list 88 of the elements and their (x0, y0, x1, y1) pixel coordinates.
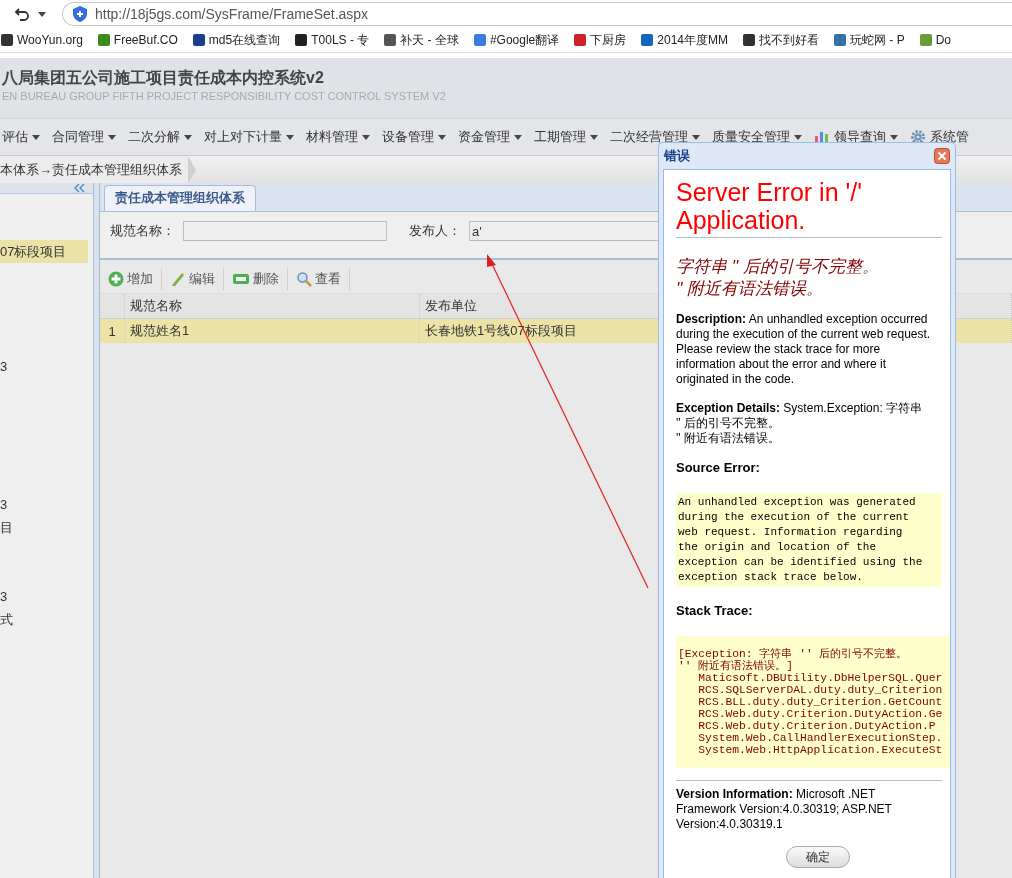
caret-icon (38, 11, 46, 17)
caret-icon (362, 134, 370, 140)
field-label: 规范名称： (110, 222, 175, 240)
back-icon[interactable] (14, 6, 30, 22)
table-cell: 规范姓名1 (130, 323, 190, 338)
caret-icon (890, 134, 898, 140)
caret-icon (286, 134, 294, 140)
favicon-icon (0, 33, 14, 47)
caret-icon (514, 134, 522, 140)
close-icon[interactable] (934, 148, 950, 164)
bookmark[interactable]: Do (918, 33, 951, 47)
favicon-icon (741, 33, 756, 47)
favicon-icon (383, 33, 398, 47)
tree-item[interactable]: 目 (0, 516, 88, 539)
caret-icon (108, 134, 116, 140)
favicon-icon (640, 33, 655, 47)
table-cell: 长春地铁1号线07标段项目 (425, 323, 577, 338)
bookmark[interactable]: 2014年度MM (640, 31, 728, 49)
dialog-title: 错误 (664, 147, 690, 165)
bookmark[interactable]: 找不到好看 (741, 31, 819, 49)
bookmark[interactable]: FreeBuf.CO (96, 33, 178, 47)
bookmark[interactable]: WooYun.org (0, 33, 83, 47)
shield-icon (73, 6, 87, 22)
menu-item[interactable]: 对上对下计量 (204, 128, 294, 146)
plus-icon (108, 270, 124, 287)
menu-item[interactable]: 系统管 (910, 128, 969, 146)
menu-item[interactable]: 设备管理 (382, 128, 446, 146)
tree-item[interactable]: 3 (0, 493, 88, 516)
favicon-icon (294, 33, 309, 47)
source-code-block: An unhandled exception was generated during the execution of the current web request. Information regarding the origin and location of the exception can be identified using the exception stack trace below. (676, 493, 942, 587)
minus-icon (232, 272, 250, 285)
splitter-bar[interactable] (93, 183, 100, 878)
pencil-icon (170, 270, 186, 287)
row-number: 1 (108, 323, 116, 339)
toolbar-button[interactable]: 删除 (224, 267, 288, 290)
column-header[interactable]: 规范名称 (130, 298, 182, 313)
caret-icon (794, 134, 802, 140)
ok-button[interactable]: 确定 (786, 846, 850, 868)
menu-item[interactable]: 二次分解 (128, 128, 192, 146)
bookmark[interactable]: T00LS - 专 (294, 31, 370, 49)
tree-item[interactable]: 式 (0, 608, 88, 631)
tree-item[interactable]: 3 (0, 355, 88, 378)
toolbar-button[interactable]: 增加 (100, 267, 162, 290)
stack-trace-block: [Exception: 字符串 '' 后的引号不完整。 '' 附近有语法错误。] Maticsoft.DBUtility.DbHelperSQL.Quer RCS.SQLServerDAL.duty.duty_Criterion RCS.BLL.duty.duty_Criterion.GetCount RCS.Web.duty.Criterion.DutyAction.Ge RCS.Web.duty.Criterion.DutyAction.P System.Web.CallHandlerExecutionStep. System.Web.HttpApplication.ExecuteSt (676, 636, 950, 768)
bookmark[interactable]: 玩蛇网 - P (832, 31, 905, 49)
favicon-icon (191, 33, 206, 47)
section-label: Source Error: (676, 460, 761, 475)
field-label: 发布人： (409, 222, 461, 240)
caret-icon (438, 134, 446, 140)
favicon-icon (472, 33, 487, 47)
error-text: Exception Details: System.Exception: 字符串 '' 后的引号不完整。 '' 附近有语法错误。 (676, 401, 924, 446)
app-title: 八局集团五公司施工项目责任成本内控系统v2 (2, 68, 324, 88)
bookmark[interactable]: 补天 - 全球 (383, 31, 459, 49)
favicon-icon (832, 33, 847, 47)
input-field[interactable] (183, 221, 387, 241)
bookmark[interactable]: #Google翻译 (472, 31, 560, 49)
menu-item[interactable]: 评估 (2, 128, 40, 146)
tree-item[interactable]: 3 (0, 585, 88, 608)
search-icon (296, 270, 312, 287)
tree-item[interactable]: 07标段项目 (0, 240, 88, 263)
version-text: Version Information: Microsoft .NET Framework Version:4.0.30319; ASP.NET Version:4.0.30319.1 (676, 787, 893, 832)
section-label: Stack Trace: (676, 603, 754, 618)
bookmark[interactable]: md5在线查询 (191, 31, 281, 49)
settings-icon (910, 129, 926, 145)
url-text[interactable]: http://18j5gs.com/SysFrame/FrameSet.aspx (95, 6, 369, 22)
caret-icon (692, 134, 700, 140)
app-subtitle: EN BUREAU GROUP FIFTH PROJECT RESPONSIBILITY COST CONTROL SYSTEM V2 (2, 90, 446, 102)
breadcrumb: 本体系→责任成本管理组织体系 (0, 156, 188, 183)
error-message: 字符串 '' 后的引号不完整。 '' 附近有语法错误。 (676, 256, 880, 300)
favicon-icon (918, 33, 933, 47)
caret-icon (32, 134, 40, 140)
menu-item[interactable]: 质量安全管理 (712, 128, 802, 146)
bookmark[interactable]: 下厨房 (573, 31, 627, 49)
menu-item[interactable]: 材料管理 (306, 128, 370, 146)
menu-item[interactable]: 合同管理 (52, 128, 116, 146)
error-heading: Server Error in '/' Application. (676, 178, 942, 238)
toolbar-button[interactable]: 查看 (288, 267, 350, 290)
favicon-icon (573, 33, 588, 47)
menu-item[interactable]: 资金管理 (458, 128, 522, 146)
column-header[interactable]: 发布单位 (425, 298, 477, 313)
tab[interactable]: 责任成本管理组织体系 (104, 185, 256, 211)
caret-icon (184, 134, 192, 140)
collapse-icon[interactable] (73, 183, 85, 193)
caret-icon (590, 134, 598, 140)
menu-item[interactable]: 工期管理 (534, 128, 598, 146)
menu-item[interactable]: 二次经营管理 (610, 128, 700, 146)
toolbar-button[interactable]: 编辑 (162, 267, 224, 290)
favicon-icon (96, 33, 111, 47)
